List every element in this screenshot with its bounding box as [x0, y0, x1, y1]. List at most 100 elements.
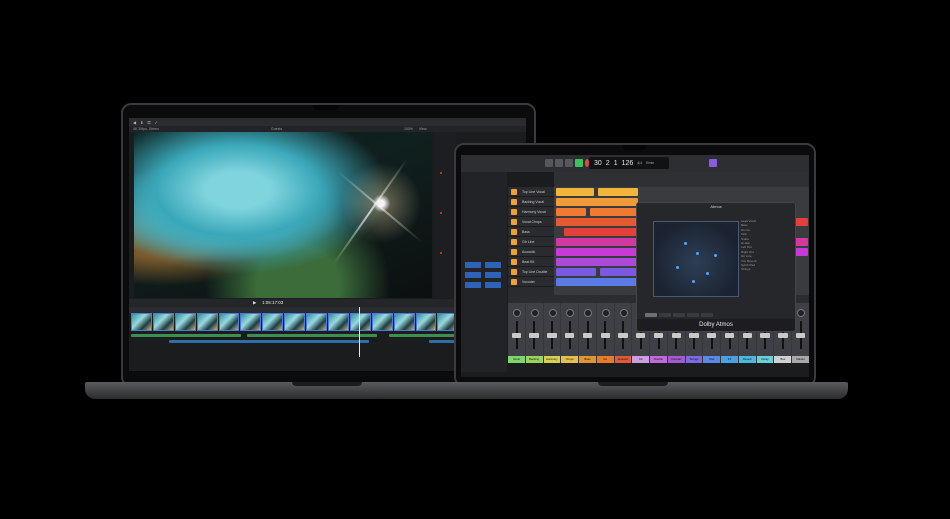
track-header[interactable]: Gtr Line [508, 237, 554, 247]
pan-knob[interactable] [797, 309, 806, 317]
clip-thumb[interactable] [262, 313, 284, 331]
channel-strip[interactable]: Bass [579, 303, 596, 363]
atmos-tab[interactable] [673, 313, 685, 317]
fader-cap[interactable] [511, 333, 522, 338]
region[interactable] [556, 218, 638, 226]
fader-cap[interactable] [689, 333, 699, 338]
region[interactable] [556, 278, 638, 286]
zoom-select[interactable]: 100% [404, 127, 413, 131]
clip-thumb[interactable] [218, 313, 240, 331]
channel-strip[interactable]: Backing [525, 303, 543, 363]
object-dot[interactable] [706, 272, 709, 275]
clip-thumb[interactable] [240, 313, 262, 331]
timeline-playhead[interactable] [359, 307, 360, 357]
atmos-tab[interactable] [659, 313, 671, 317]
fader-cap[interactable] [600, 333, 610, 338]
track-header[interactable]: Backing Vocal [508, 197, 554, 207]
key-icon[interactable]: ⚿ [147, 120, 150, 125]
track-header[interactable]: Bass [508, 227, 554, 237]
clip-thumb[interactable] [393, 313, 415, 331]
track-header[interactable]: Harmony Vocal [508, 207, 554, 217]
region[interactable] [556, 208, 586, 216]
fader-cap[interactable] [795, 333, 806, 338]
atmos-object[interactable]: Strings [741, 267, 791, 271]
video-viewer[interactable] [134, 132, 432, 298]
region[interactable] [556, 188, 594, 196]
track-header[interactable]: Top Line Double [508, 267, 554, 277]
region[interactable] [598, 188, 638, 196]
pan-knob[interactable] [530, 309, 539, 317]
clip-thumb[interactable] [174, 313, 196, 331]
clip-thumb[interactable] [152, 313, 174, 331]
region[interactable] [556, 238, 638, 246]
pan-knob[interactable] [619, 309, 628, 317]
pan-knob[interactable] [584, 309, 593, 317]
import-icon[interactable]: ⬇ [140, 120, 143, 125]
patch-tile[interactable] [485, 282, 501, 288]
channel-strip[interactable]: Harmony [543, 303, 561, 363]
region[interactable] [556, 258, 638, 266]
atmos-tab[interactable] [701, 313, 713, 317]
region[interactable] [556, 268, 596, 276]
dolby-atmos-panel[interactable]: Atmos Lead Vocal Bass Drums Kick Snare Hi-Hat… [636, 202, 796, 332]
region[interactable] [556, 198, 638, 206]
check-icon[interactable]: ✓ [154, 120, 157, 125]
audio-track[interactable] [131, 334, 241, 337]
patch-tile[interactable] [465, 272, 481, 278]
patch-tile[interactable] [465, 262, 481, 268]
track-header[interactable]: Vocoder [508, 277, 554, 287]
audio-track[interactable] [169, 340, 369, 343]
object-dot[interactable] [714, 254, 717, 257]
fader-cap[interactable] [760, 333, 770, 338]
fader-cap[interactable] [636, 333, 646, 338]
fader-cap[interactable] [564, 333, 575, 338]
patch-tile[interactable] [485, 272, 501, 278]
stop-button[interactable] [565, 159, 573, 167]
object-dot[interactable] [696, 252, 699, 255]
clip-thumb[interactable] [131, 313, 152, 331]
clip-thumb[interactable] [371, 313, 393, 331]
channel-strip[interactable]: Vocal [508, 303, 525, 363]
track-header[interactable]: Top Line Vocal [508, 187, 554, 197]
object-dot[interactable] [692, 280, 695, 283]
pan-knob[interactable] [548, 309, 557, 317]
region[interactable] [600, 268, 638, 276]
clip-thumb[interactable] [328, 313, 349, 331]
fader-cap[interactable] [529, 333, 539, 338]
region[interactable] [564, 228, 638, 236]
track-header[interactable]: Beat Kit [508, 257, 554, 267]
fader-cap[interactable] [778, 333, 788, 338]
patch-tile[interactable] [485, 262, 501, 268]
forward-button[interactable] [555, 159, 563, 167]
audio-track[interactable] [247, 334, 377, 337]
track-header[interactable]: Acoustic [508, 247, 554, 257]
fader-cap[interactable] [618, 333, 628, 338]
region[interactable] [794, 248, 808, 256]
bar-ruler[interactable] [554, 172, 809, 187]
play-button[interactable] [575, 159, 583, 167]
region[interactable] [794, 218, 808, 226]
pan-knob[interactable] [566, 309, 575, 317]
channel-strip[interactable]: Acoustic [614, 303, 632, 363]
channel-strip[interactable]: Chops [561, 303, 579, 363]
fader-cap[interactable] [582, 333, 593, 338]
track-header[interactable]: Vocal Chops [508, 217, 554, 227]
metronome-button[interactable] [709, 159, 717, 167]
region[interactable] [556, 248, 638, 256]
clip-thumb[interactable] [306, 313, 328, 331]
play-icon[interactable]: ▶ [253, 300, 256, 306]
atmos-tab[interactable] [645, 313, 657, 317]
fader-cap[interactable] [547, 333, 557, 338]
object-dot[interactable] [676, 266, 679, 269]
pan-knob[interactable] [513, 309, 522, 317]
view-menu[interactable]: View [419, 127, 427, 131]
fader-cap[interactable] [742, 333, 753, 338]
patch-tile[interactable] [465, 282, 481, 288]
channel-strip[interactable]: Gtr [596, 303, 614, 363]
lcd-display[interactable]: 30 2 1 126 4/4 Emin [589, 157, 669, 169]
fader-cap[interactable] [724, 333, 735, 338]
clip-thumb[interactable] [349, 313, 371, 331]
atmos-3d-view[interactable] [653, 221, 739, 297]
clip-thumb[interactable] [196, 313, 218, 331]
clip-thumb[interactable] [284, 313, 306, 331]
